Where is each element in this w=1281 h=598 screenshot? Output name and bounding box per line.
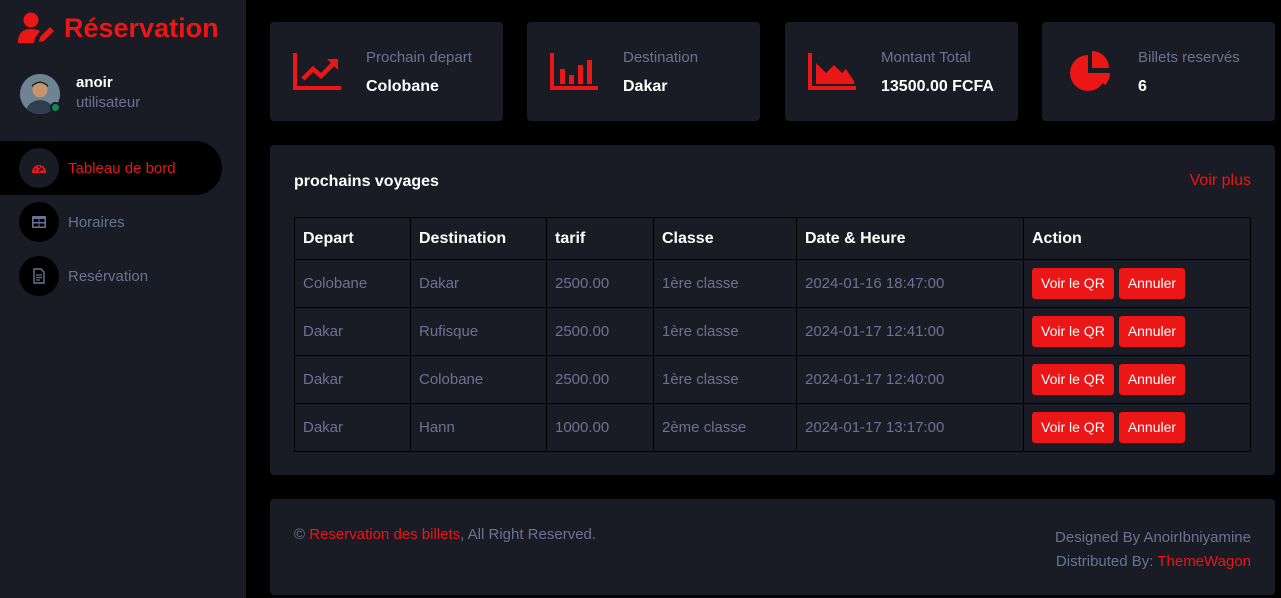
copyright: © Reservation des billets, All Right Res… <box>294 526 596 543</box>
cell-tarif: 2500.00 <box>546 307 654 356</box>
distributed-prefix: Distributed By: <box>1055 553 1158 570</box>
cell-destination: Rufisque <box>410 307 547 356</box>
table-row: Colobane Dakar 2500.00 1ère classe 2024-… <box>294 259 1251 308</box>
panel-title: prochains voyages <box>294 173 439 190</box>
voir-qr-button[interactable]: Voir le QR <box>1032 316 1114 347</box>
profile-role: utilisateur <box>76 94 141 111</box>
sidebar: Réservation anoir utilisateur Tableau de… <box>0 0 246 598</box>
nav-label: Tableau de bord <box>68 159 176 177</box>
trips-table: Depart Destination tarif Classe Date & H… <box>294 217 1251 452</box>
cell-date: 2024-01-17 13:17:00 <box>796 403 1024 452</box>
cell-action: Voir le QR Annuler <box>1023 259 1251 308</box>
nav-label: Horaires <box>68 213 125 231</box>
stat-value: 6 <box>1138 78 1147 95</box>
nav-item-horaires[interactable]: Horaires <box>0 195 246 249</box>
nav-item-tableau-de-bord[interactable]: Tableau de bord <box>0 141 222 195</box>
stat-card-montant-total: Montant Total 13500.00 FCFA <box>785 22 1018 121</box>
table-icon <box>32 216 46 228</box>
cell-depart: Dakar <box>294 403 411 452</box>
stat-value: Colobane <box>366 78 439 95</box>
upcoming-trips-panel: prochains voyages Voir plus Depart Desti… <box>270 145 1275 475</box>
stat-label: Destination <box>623 49 699 66</box>
cell-tarif: 2500.00 <box>546 259 654 308</box>
dashboard-icon <box>32 165 46 173</box>
annuler-button[interactable]: Annuler <box>1118 268 1186 299</box>
cell-tarif: 2500.00 <box>546 355 654 404</box>
designed-by: Designed By AnoirIbniyamine <box>1055 529 1251 546</box>
sidebar-nav: Tableau de bord Horaires Resérvation <box>0 141 246 303</box>
cell-action: Voir le QR Annuler <box>1023 403 1251 452</box>
profile-name: anoir <box>76 74 113 91</box>
column-header: tarif <box>546 217 654 260</box>
avatar <box>20 74 61 114</box>
voir-qr-button[interactable]: Voir le QR <box>1032 412 1114 443</box>
column-header: Date & Heure <box>796 217 1024 260</box>
cell-classe: 1ère classe <box>653 355 797 404</box>
cell-tarif: 1000.00 <box>546 403 654 452</box>
chart-pie-icon <box>1070 51 1110 91</box>
chart-area-icon <box>808 53 856 90</box>
cell-classe: 1ère classe <box>653 307 797 356</box>
column-header: Classe <box>653 217 797 260</box>
brand-link[interactable]: Réservation <box>18 10 219 46</box>
nav-label: Resérvation <box>68 267 149 285</box>
document-icon <box>33 268 45 284</box>
user-profile: anoir utilisateur <box>20 74 140 114</box>
annuler-button[interactable]: Annuler <box>1118 412 1186 443</box>
themewagon-link[interactable]: ThemeWagon <box>1157 553 1251 570</box>
stat-card-billets-reserves: Billets reservés 6 <box>1042 22 1275 121</box>
column-header: Depart <box>294 217 411 260</box>
cell-classe: 1ère classe <box>653 259 797 308</box>
online-status-dot <box>50 102 61 113</box>
cell-date: 2024-01-17 12:41:00 <box>796 307 1024 356</box>
rights-text: , All Right Reserved. <box>460 526 597 543</box>
table-row: Dakar Colobane 2500.00 1ère classe 2024-… <box>294 355 1251 404</box>
cell-date: 2024-01-16 18:47:00 <box>796 259 1024 308</box>
stat-card-prochain-depart: Prochain depart Colobane <box>270 22 503 121</box>
table-header-row: Depart Destination tarif Classe Date & H… <box>294 217 1251 260</box>
cell-date: 2024-01-17 12:40:00 <box>796 355 1024 404</box>
cell-destination: Dakar <box>410 259 547 308</box>
column-header: Destination <box>410 217 547 260</box>
annuler-button[interactable]: Annuler <box>1118 364 1186 395</box>
cell-classe: 2ème classe <box>653 403 797 452</box>
cell-depart: Dakar <box>294 307 411 356</box>
stat-value: Dakar <box>623 78 668 95</box>
stat-value: 13500.00 FCFA <box>881 78 994 95</box>
copyright-symbol: © <box>294 526 306 543</box>
nav-item-reservation[interactable]: Resérvation <box>0 249 246 303</box>
cell-action: Voir le QR Annuler <box>1023 355 1251 404</box>
cell-destination: Hann <box>410 403 547 452</box>
cell-action: Voir le QR Annuler <box>1023 307 1251 356</box>
stat-label: Montant Total <box>881 49 971 66</box>
stat-label: Billets reservés <box>1138 49 1240 66</box>
brand-title: Réservation <box>64 12 219 43</box>
voir-qr-button[interactable]: Voir le QR <box>1032 268 1114 299</box>
table-row: Dakar Hann 1000.00 2ème classe 2024-01-1… <box>294 403 1251 452</box>
voir-qr-button[interactable]: Voir le QR <box>1032 364 1114 395</box>
distributed-by: Distributed By: ThemeWagon <box>1055 550 1251 574</box>
column-header: Action <box>1023 217 1251 260</box>
user-edit-icon <box>18 12 54 43</box>
site-link[interactable]: Reservation des billets <box>309 526 460 543</box>
stat-card-destination: Destination Dakar <box>527 22 760 121</box>
cell-depart: Colobane <box>294 259 411 308</box>
voir-plus-link[interactable]: Voir plus <box>1190 172 1251 190</box>
cell-destination: Colobane <box>410 355 547 404</box>
stat-label: Prochain depart <box>366 49 472 66</box>
table-row: Dakar Rufisque 2500.00 1ère classe 2024-… <box>294 307 1251 356</box>
annuler-button[interactable]: Annuler <box>1118 316 1186 347</box>
chart-bar-icon <box>550 53 598 90</box>
chart-line-icon <box>293 53 341 90</box>
footer: © Reservation des billets, All Right Res… <box>270 499 1275 595</box>
cell-depart: Dakar <box>294 355 411 404</box>
footer-credits: Designed By AnoirIbniyamine Distributed … <box>1055 526 1251 574</box>
